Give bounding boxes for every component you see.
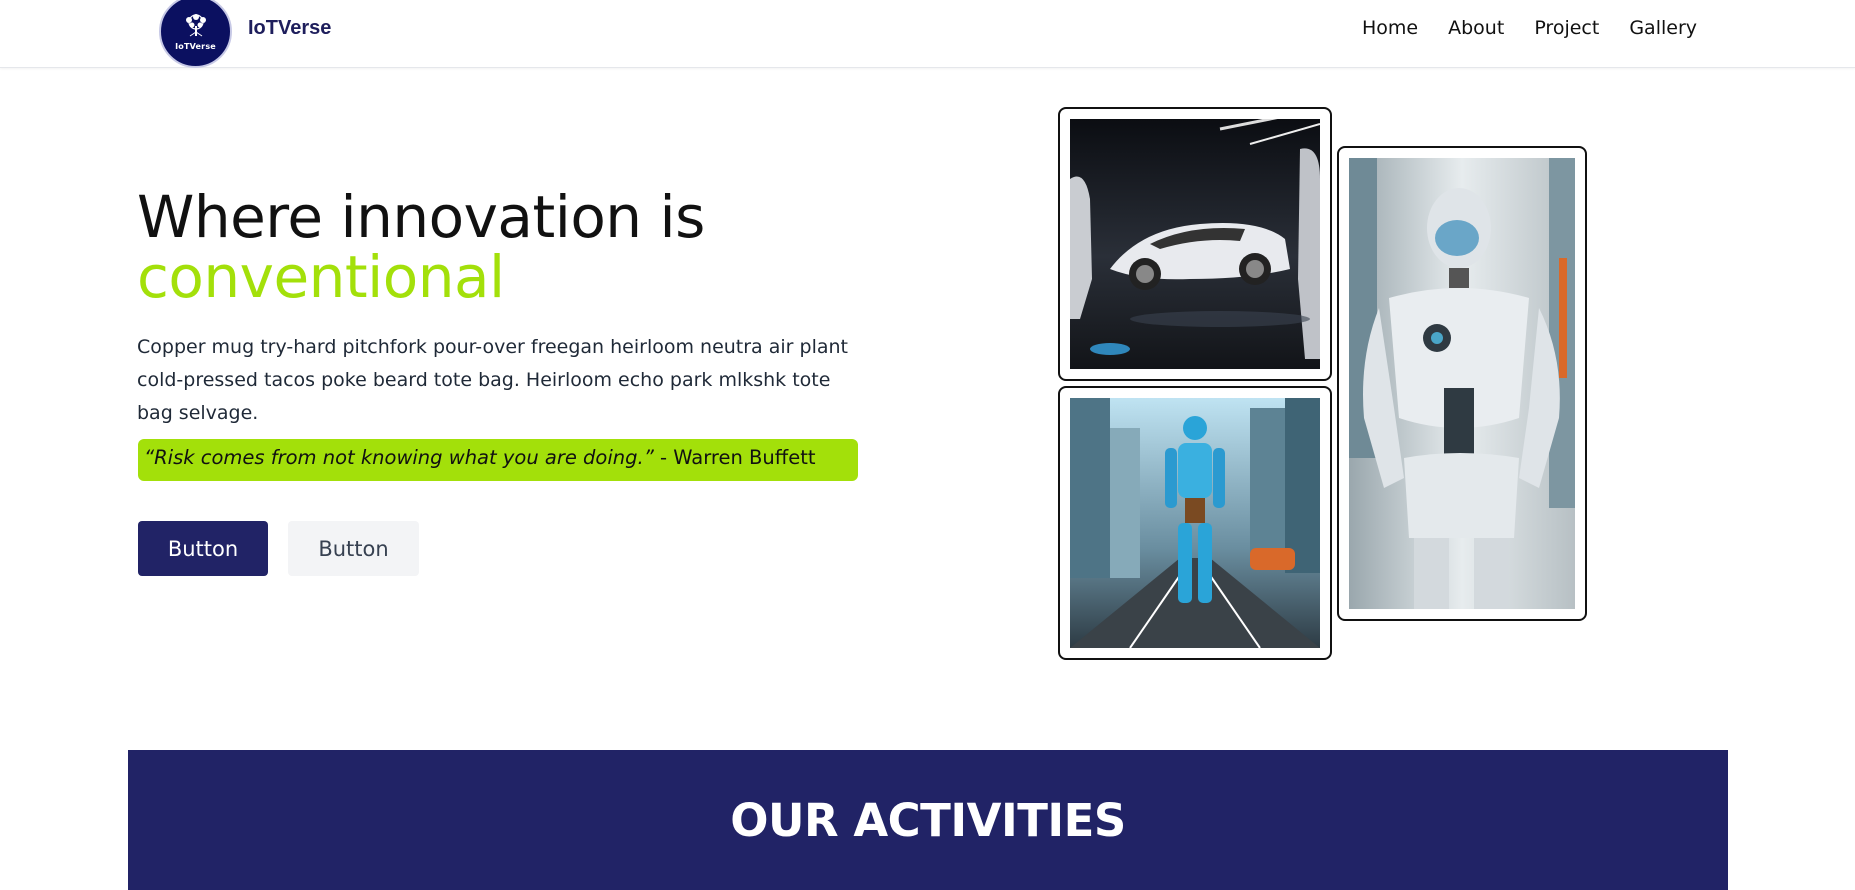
walking-robot-image xyxy=(1070,398,1320,648)
robots-car-image xyxy=(1070,119,1320,369)
secondary-button[interactable]: Button xyxy=(288,521,419,576)
hero-title-line: Where innovation is xyxy=(137,183,705,251)
activities-heading: OUR ACTIVITIES xyxy=(730,794,1126,847)
activities-section: OUR ACTIVITIES xyxy=(128,750,1728,890)
logo-text: IoTVerse xyxy=(175,42,216,51)
quote-text: “Risk comes from not knowing what you ar… xyxy=(144,446,654,469)
hero-title-accent: conventional xyxy=(137,243,505,311)
brand-name[interactable]: IoTVerse xyxy=(248,17,331,40)
image-card-humanoid-robot xyxy=(1337,146,1587,621)
primary-button[interactable]: Button xyxy=(138,521,268,576)
hero-title: Where innovation is conventional xyxy=(137,187,705,307)
image-card-car xyxy=(1058,107,1332,381)
nav-gallery[interactable]: Gallery xyxy=(1629,17,1697,39)
circuit-tree-icon xyxy=(185,14,206,37)
quote-author: - Warren Buffett xyxy=(653,446,816,469)
nav-home[interactable]: Home xyxy=(1362,17,1418,39)
hero-description: Copper mug try-hard pitchfork pour-over … xyxy=(137,336,848,424)
humanoid-robot-image xyxy=(1349,158,1575,609)
logo[interactable]: IoTVerse xyxy=(159,0,232,68)
image-card-walking-robot xyxy=(1058,386,1332,660)
main-nav: Home About Project Gallery xyxy=(1362,17,1697,39)
site-header: IoTVerse IoTVerse Home About Project Gal… xyxy=(0,0,1855,68)
nav-project[interactable]: Project xyxy=(1534,17,1599,39)
quote-banner: “Risk comes from not knowing what you ar… xyxy=(138,439,858,481)
nav-about[interactable]: About xyxy=(1448,17,1504,39)
